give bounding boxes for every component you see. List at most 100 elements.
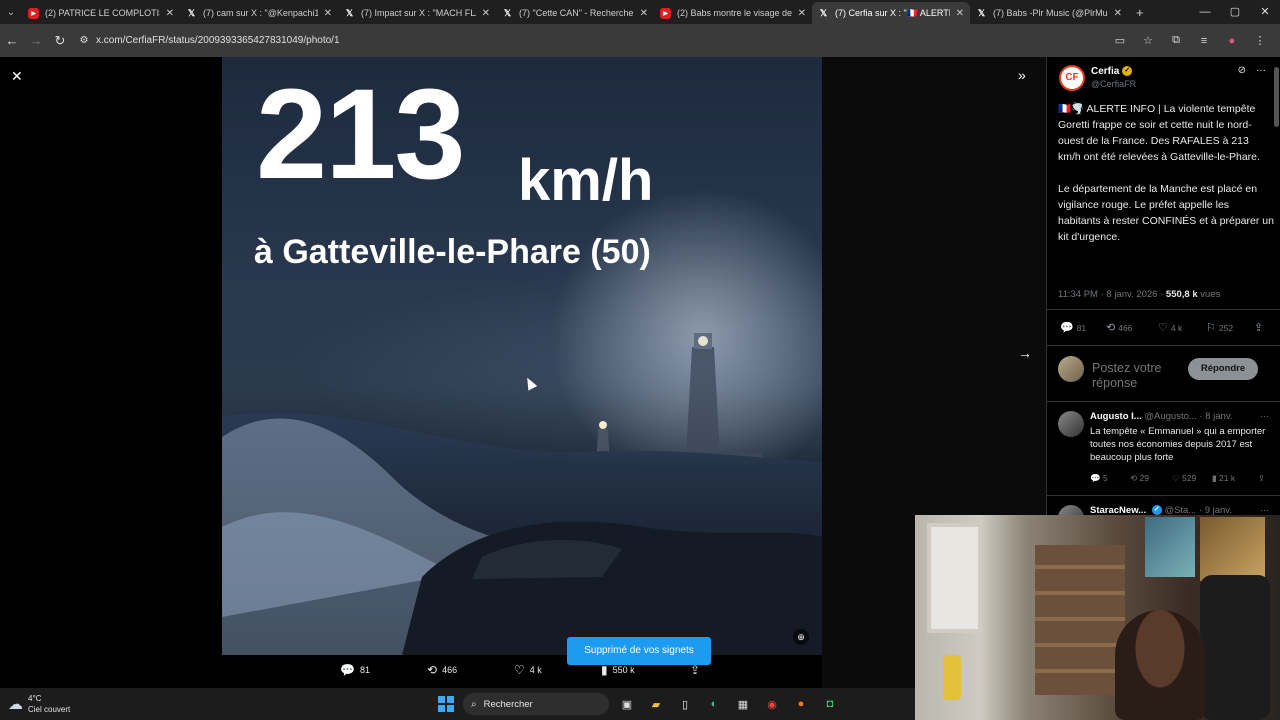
- browser-tab[interactable]: 𝕏 (7) Cerfia sur X : "🇫🇷 ALERTE ✕: [812, 2, 970, 24]
- maximize-icon[interactable]: ▢: [1220, 0, 1250, 24]
- weather-widget[interactable]: ☁ 4°C Ciel couvert: [8, 693, 70, 715]
- tab-close-icon[interactable]: ✕: [324, 8, 332, 19]
- browser-tab-strip: ⌄ ▶ (2) PATRICE LE COMPLOTISTE ✕ 𝕏 (7) cam s…: [0, 0, 1280, 24]
- reply-input[interactable]: Postez votre réponse: [1092, 361, 1192, 391]
- avatar: [1058, 356, 1084, 382]
- firefox-icon[interactable]: ●: [791, 694, 811, 714]
- browser-tab[interactable]: 𝕏 (7) Impact sur X : "MACH FLA ✕: [338, 2, 496, 24]
- tab-close-icon[interactable]: ✕: [956, 8, 964, 19]
- app-icon[interactable]: ◘: [820, 694, 840, 714]
- tab-close-icon[interactable]: ✕: [166, 8, 174, 19]
- forward-icon[interactable]: →: [24, 33, 48, 48]
- gaming-chair: [1200, 575, 1270, 720]
- tweet-text: 🇫🇷🌪️ ALERTE INFO | La violente tempête G…: [1058, 101, 1274, 261]
- account-name-text: Cerfia: [1091, 66, 1120, 77]
- close-icon[interactable]: ✕: [11, 68, 23, 85]
- browser-tab[interactable]: 𝕏 (7) cam sur X : "@Kenpachi107 ✕: [180, 2, 338, 24]
- retweet-button[interactable]: ⟲ 466: [1106, 321, 1132, 334]
- like-button[interactable]: ♡ 4 k: [1158, 321, 1182, 334]
- taskbar-search[interactable]: ⌕ Rechercher: [463, 693, 609, 715]
- cast-icon[interactable]: ▭: [1106, 34, 1134, 47]
- tab-close-icon[interactable]: ✕: [482, 8, 490, 19]
- reply-handle: @Augusto... · 8 janv.: [1144, 411, 1233, 422]
- account-name[interactable]: Cerfia ✓: [1091, 66, 1133, 77]
- site-info-icon[interactable]: ⚙: [72, 35, 96, 46]
- speed-unit: km/h: [518, 148, 654, 213]
- x-logo-icon: 𝕏: [819, 7, 828, 18]
- share-button[interactable]: ⇪: [1254, 321, 1266, 334]
- profile-icon[interactable]: ●: [1218, 35, 1246, 47]
- tweet-time[interactable]: 11:34 PM · 8 janv. 2026 ·: [1058, 289, 1166, 300]
- x-logo-icon: 𝕏: [977, 7, 986, 18]
- temperature: 4°C: [28, 694, 42, 703]
- tab-close-icon[interactable]: ✕: [1114, 8, 1122, 19]
- tweet-views: 550,8 k: [1165, 289, 1198, 300]
- windows-start-icon[interactable]: [438, 696, 454, 712]
- reply-button[interactable]: 💬 81: [1060, 321, 1086, 334]
- like-count: 4 k: [1170, 322, 1183, 333]
- search-icon: ⌕: [471, 698, 477, 710]
- share-icon[interactable]: ⇪: [1258, 473, 1265, 484]
- menu-icon[interactable]: ⋮: [1246, 34, 1274, 47]
- browser-tab[interactable]: ▶ (2) Babs montre le visage de M ✕: [654, 2, 812, 24]
- browser-tab[interactable]: 𝕏 (7) Babs -Plr Music (@PlrMusic ✕: [970, 2, 1128, 24]
- heart-icon: ♡: [1158, 322, 1168, 334]
- media-like-count: 4 k: [529, 665, 542, 675]
- tweet-photo[interactable]: 213 km/h à Gatteville-le-Phare (50) ⊕: [222, 57, 822, 655]
- more-icon[interactable]: ···: [1260, 505, 1269, 515]
- reply-retweet-count[interactable]: ⟲ 29: [1130, 473, 1149, 484]
- extensions-icon[interactable]: ⧉: [1162, 34, 1190, 47]
- tab-title: (2) PATRICE LE COMPLOTISTE: [45, 8, 160, 18]
- retweet-icon: ⟲: [427, 663, 438, 677]
- bookmark-button[interactable]: ⚐ 252: [1206, 321, 1233, 334]
- bookmark-star-icon[interactable]: ☆: [1134, 34, 1162, 47]
- tab-title: (7) Babs -Plr Music (@PlrMusic: [993, 8, 1108, 18]
- reload-icon[interactable]: ↻: [48, 33, 72, 49]
- back-icon[interactable]: ←: [0, 33, 24, 48]
- image-options-icon[interactable]: ⊕: [793, 629, 809, 645]
- media-retweet-button[interactable]: ⟲ 466: [427, 663, 457, 677]
- x-logo-icon: 𝕏: [503, 7, 512, 18]
- scrollbar[interactable]: [1274, 67, 1279, 127]
- reply-submit-button[interactable]: Répondre: [1188, 358, 1258, 380]
- close-window-icon[interactable]: ✕: [1250, 0, 1280, 24]
- chrome-icon[interactable]: ◉: [762, 694, 782, 714]
- more-icon[interactable]: ···: [1256, 65, 1266, 76]
- media-icon[interactable]: ≡: [1190, 35, 1218, 47]
- account-handle[interactable]: @CerfiaFR: [1091, 79, 1136, 89]
- reply-like-count[interactable]: ♡ 529: [1172, 473, 1196, 484]
- store-icon[interactable]: ▦: [733, 694, 753, 714]
- next-photo-icon[interactable]: →: [1018, 345, 1032, 361]
- tab-close-icon[interactable]: ✕: [640, 8, 648, 19]
- minimize-icon[interactable]: —: [1190, 0, 1220, 24]
- file-explorer-icon[interactable]: ▰: [646, 694, 666, 714]
- reply-author[interactable]: Augusto I...: [1090, 411, 1142, 422]
- media-like-button[interactable]: ♡ 4 k: [514, 663, 542, 677]
- divider: [1047, 495, 1280, 496]
- media-views-button[interactable]: ▮ 550 k: [601, 663, 635, 677]
- browser-tab[interactable]: 𝕏 (7) "Cette CAN" - Recherche / X ✕: [496, 2, 654, 24]
- media-share-button[interactable]: ⇪: [690, 663, 705, 677]
- avatar[interactable]: CF: [1059, 65, 1085, 91]
- tab-title: (7) Cerfia sur X : "🇫🇷 ALERTE: [835, 7, 950, 18]
- edge-icon[interactable]: ◐: [704, 694, 724, 714]
- task-view-icon[interactable]: ▣: [617, 694, 637, 714]
- bookmark-removed-toast: Supprimé de vos signets: [567, 637, 711, 665]
- tab-close-icon[interactable]: ✕: [798, 8, 806, 19]
- tweet-paragraph: Le département de la Manche est placé en…: [1058, 183, 1274, 243]
- grok-icon[interactable]: ⊘: [1238, 65, 1246, 76]
- reply-reply-count[interactable]: 💬 5: [1090, 473, 1108, 484]
- url-field[interactable]: x.com/CerfiaFR/status/200939336542783104…: [96, 35, 340, 46]
- avatar[interactable]: [1058, 411, 1084, 437]
- media-reply-button[interactable]: 💬 81: [340, 663, 370, 677]
- notepad-icon[interactable]: ▯: [675, 694, 695, 714]
- more-icon[interactable]: ···: [1260, 411, 1269, 421]
- browser-tab[interactable]: ▶ (2) PATRICE LE COMPLOTISTE ✕: [22, 2, 180, 24]
- count: 529: [1181, 473, 1197, 483]
- reply-views-count[interactable]: ▮ 21 k: [1212, 473, 1235, 484]
- tab-search-icon[interactable]: ⌄: [0, 7, 22, 18]
- x-logo-icon: 𝕏: [345, 7, 354, 18]
- new-tab-icon[interactable]: +: [1136, 5, 1144, 20]
- collapse-panel-icon[interactable]: »: [1018, 67, 1026, 83]
- room-window: [927, 523, 982, 633]
